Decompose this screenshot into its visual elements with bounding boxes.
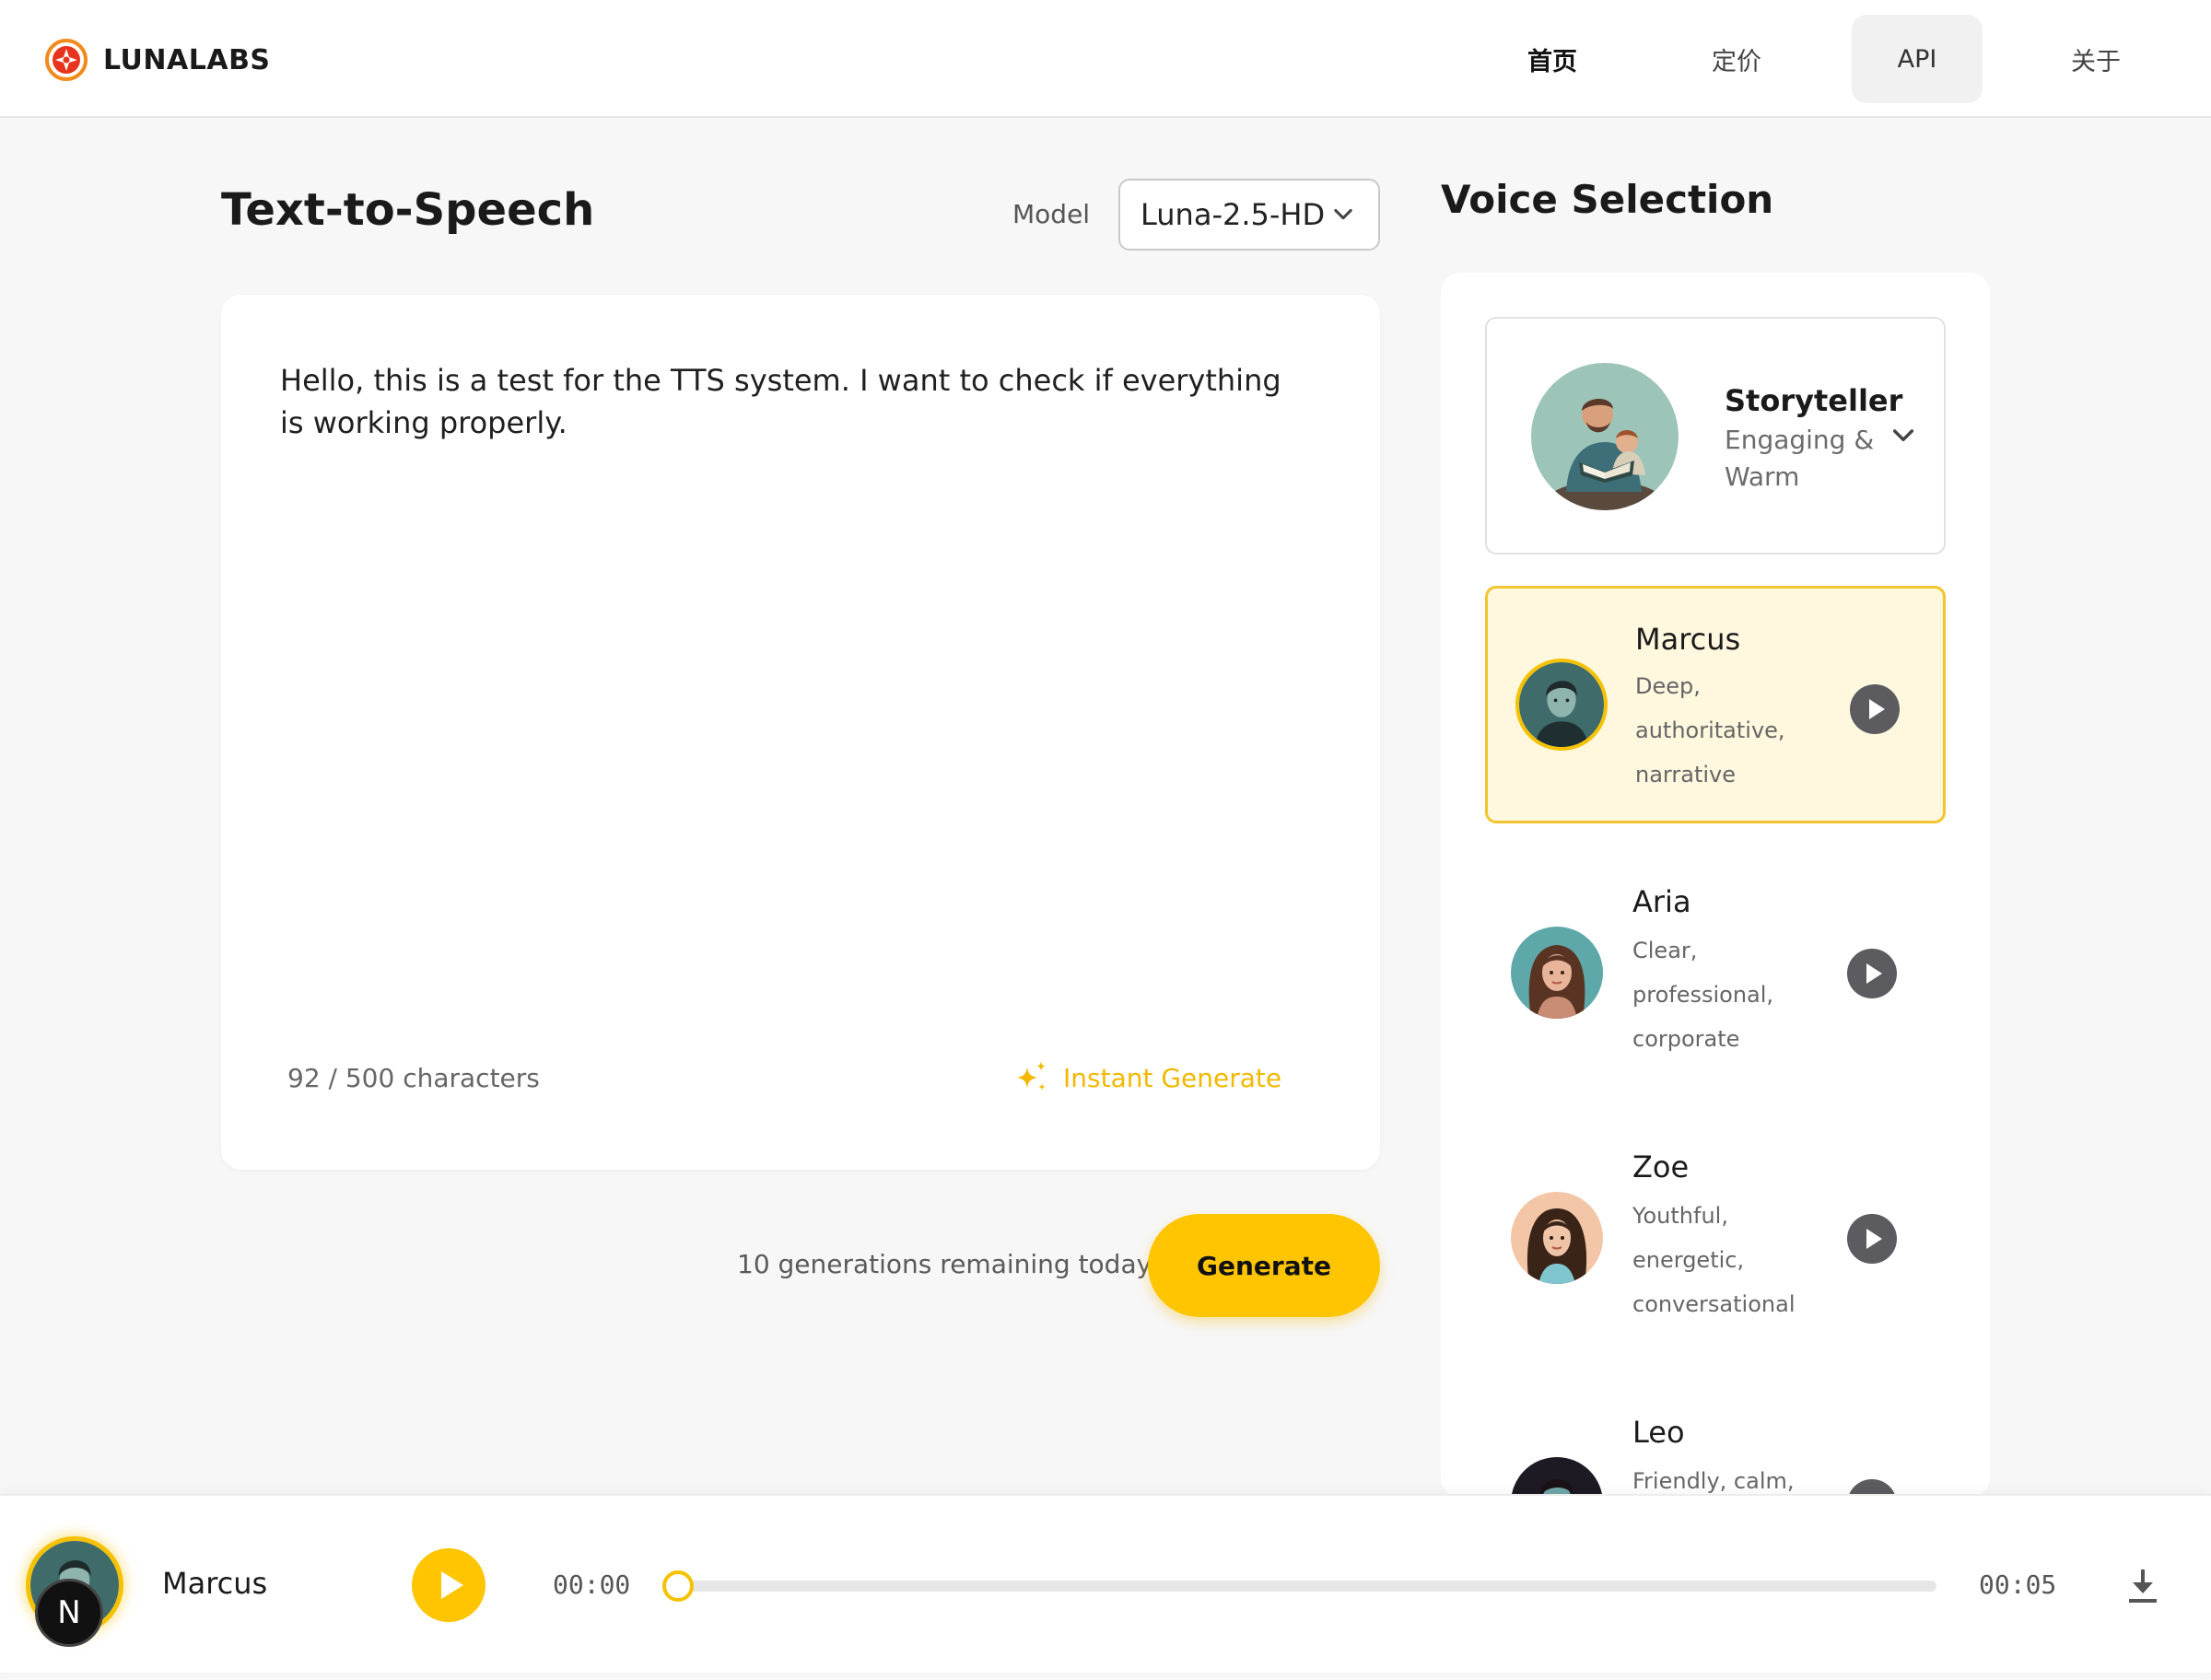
voice-category-name: Storyteller xyxy=(1725,383,1903,418)
user-initial-badge[interactable]: N xyxy=(35,1579,103,1647)
model-select-value: Luna-2.5-HD xyxy=(1141,197,1326,232)
player-voice-name: Marcus xyxy=(162,1566,268,1601)
instant-generate-label: Instant Generate xyxy=(1063,1062,1282,1093)
play-preview-icon[interactable] xyxy=(1846,948,1898,999)
leo-avatar xyxy=(1511,1457,1603,1498)
nav-home[interactable]: 首页 xyxy=(1487,15,1618,103)
voice-category-dropdown[interactable]: Storyteller Engaging & Warm xyxy=(1485,317,1946,554)
zoe-avatar xyxy=(1511,1192,1603,1284)
generate-button[interactable]: Generate xyxy=(1148,1214,1380,1317)
voice-selection-title: Voice Selection xyxy=(1441,177,1774,222)
voice-selection-panel: Storyteller Engaging & Warm Marcus Deep,… xyxy=(1441,273,1990,1498)
chevron-down-icon xyxy=(1892,429,1914,442)
nav-pricing[interactable]: 定价 xyxy=(1671,15,1802,103)
voice-desc: Youthful, energetic, conversational xyxy=(1632,1203,1796,1317)
chevron-down-icon xyxy=(1334,208,1352,220)
top-nav-bar: LUNALABS 首页 定价 API 关于 xyxy=(0,0,2211,118)
voice-desc: Clear, professional, corporate xyxy=(1632,938,1774,1052)
tts-text-input[interactable]: Hello, this is a test for the TTS system… xyxy=(280,359,1312,444)
voice-card-aria[interactable]: Aria Clear, professional, corporate xyxy=(1485,853,1946,1091)
page-title: Text-to-Speech xyxy=(221,184,595,236)
character-count: 92 / 500 characters xyxy=(287,1063,540,1093)
brand[interactable]: LUNALABS xyxy=(44,37,271,83)
text-editor-card: Hello, this is a test for the TTS system… xyxy=(221,295,1380,1170)
storyteller-avatar xyxy=(1531,363,1679,510)
progress-track[interactable] xyxy=(662,1570,1936,1602)
voice-card-zoe[interactable]: Zoe Youthful, energetic, conversational xyxy=(1485,1118,1946,1356)
voice-name: Zoe xyxy=(1632,1149,1690,1184)
voice-name: Marcus xyxy=(1635,622,1741,657)
voice-name: Leo xyxy=(1632,1415,1685,1450)
download-icon[interactable] xyxy=(2126,1568,2159,1604)
nav-about[interactable]: 关于 xyxy=(2030,15,2161,103)
voice-name: Aria xyxy=(1632,884,1691,919)
current-time: 00:00 xyxy=(553,1569,631,1600)
sparkle-icon xyxy=(1017,1061,1046,1091)
marcus-avatar xyxy=(1515,659,1608,751)
voice-card-marcus[interactable]: Marcus Deep, authoritative, narrative xyxy=(1485,586,1946,823)
audio-player-bar: N Marcus 00:00 00:05 xyxy=(0,1494,2211,1673)
voice-desc: Deep, authoritative, narrative xyxy=(1635,673,1785,788)
model-label: Model xyxy=(1012,199,1091,229)
voice-card-leo[interactable]: Leo Friendly, calm, xyxy=(1485,1383,1946,1498)
voice-desc: Friendly, calm, xyxy=(1632,1468,1795,1494)
voice-category-desc: Engaging & Warm xyxy=(1725,425,1875,492)
brand-name: LUNALABS xyxy=(103,43,271,76)
play-preview-icon[interactable] xyxy=(1846,1213,1898,1265)
play-preview-icon[interactable] xyxy=(1849,683,1901,735)
lunalabs-logo-icon xyxy=(45,39,88,81)
instant-generate-button[interactable]: Instant Generate xyxy=(1013,1059,1281,1096)
generations-remaining: 10 generations remaining today xyxy=(737,1249,1152,1279)
play-button-icon[interactable] xyxy=(411,1547,486,1623)
model-select[interactable]: Luna-2.5-HD xyxy=(1118,179,1380,251)
total-time: 00:05 xyxy=(1979,1569,2057,1600)
nav-api[interactable]: API xyxy=(1852,15,1983,103)
progress-handle[interactable] xyxy=(662,1570,694,1602)
aria-avatar xyxy=(1511,927,1603,1019)
